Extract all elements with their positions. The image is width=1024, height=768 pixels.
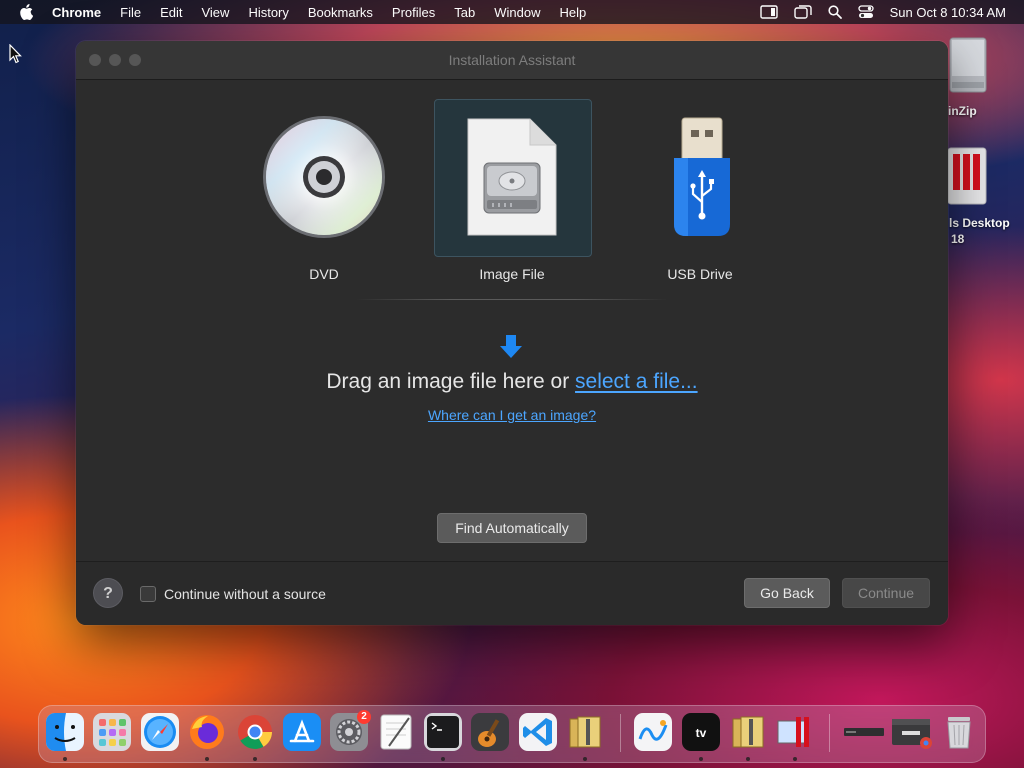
menu-help[interactable]: Help — [560, 5, 587, 20]
menu-edit[interactable]: Edit — [160, 5, 182, 20]
continue-button[interactable]: Continue — [842, 578, 930, 608]
continue-without-source-label[interactable]: Continue without a source — [164, 586, 326, 602]
window-title: Installation Assistant — [448, 52, 576, 68]
menu-bookmarks[interactable]: Bookmarks — [308, 5, 373, 20]
menu-tab[interactable]: Tab — [454, 5, 475, 20]
source-image-file-label[interactable]: Image File — [434, 266, 590, 282]
installation-assistant-window: Installation Assistant DVD Image File US… — [76, 41, 948, 625]
screen-mirror-icon[interactable] — [793, 5, 812, 19]
menu-view[interactable]: View — [201, 5, 229, 20]
app-store-icon[interactable] — [283, 713, 321, 751]
mouse-cursor-icon — [9, 43, 23, 69]
desktop-label-parallels-2[interactable]: 18 — [951, 232, 964, 246]
menu-bar: Chrome File Edit View History Bookmarks … — [0, 0, 1024, 24]
archive-utility-icon[interactable] — [566, 713, 604, 751]
help-button[interactable]: ? — [93, 578, 123, 608]
usb-drive-icon — [668, 116, 732, 245]
window-thumbnail-icon[interactable] — [842, 713, 886, 751]
source-image-file[interactable] — [434, 99, 592, 257]
archive-utility-2-icon[interactable] — [729, 713, 767, 751]
firefox-icon[interactable] — [188, 713, 226, 751]
spotlight-search-icon[interactable] — [828, 5, 842, 19]
google-chrome-icon[interactable] — [236, 713, 274, 751]
running-indicator — [63, 757, 67, 761]
menu-window[interactable]: Window — [494, 5, 540, 20]
window-titlebar[interactable]: Installation Assistant — [76, 41, 948, 80]
running-indicator — [441, 757, 445, 761]
source-dvd-label[interactable]: DVD — [246, 266, 402, 282]
trash-icon[interactable] — [940, 713, 978, 751]
freeform-icon[interactable] — [634, 713, 672, 751]
download-arrow-icon — [500, 335, 522, 364]
menu-file[interactable]: File — [120, 5, 141, 20]
chrome-window-thumbnail-icon[interactable] — [890, 713, 934, 751]
select-file-link[interactable]: select a file... — [575, 370, 698, 393]
drop-zone-prompt: Drag an image file here or select a file… — [76, 370, 948, 394]
dvd-icon — [262, 115, 386, 244]
dock-separator-2 — [829, 714, 830, 752]
finder-icon[interactable] — [46, 713, 84, 751]
menu-profiles[interactable]: Profiles — [392, 5, 435, 20]
desktop-label-parallels-1[interactable]: ls Desktop — [949, 216, 1010, 230]
safari-icon[interactable] — [141, 713, 179, 751]
find-automatically-button[interactable]: Find Automatically — [437, 513, 587, 543]
svg-text:tv: tv — [696, 726, 707, 740]
winzip-disk-icon[interactable] — [944, 34, 992, 101]
display-icon[interactable] — [759, 5, 778, 19]
terminal-icon[interactable] — [424, 713, 462, 751]
section-divider — [356, 299, 668, 300]
garageband-icon[interactable] — [471, 713, 509, 751]
menu-app-name[interactable]: Chrome — [52, 5, 101, 20]
parallels-desktop-icon[interactable] — [944, 146, 990, 211]
drop-prompt-text: Drag an image file here or — [326, 370, 576, 393]
control-center-icon[interactable] — [857, 5, 874, 19]
menu-history[interactable]: History — [248, 5, 288, 20]
menu-status-area: Sun Oct 8 10:34 AM — [744, 0, 1006, 24]
dock-separator — [620, 714, 621, 752]
running-indicator — [583, 757, 587, 761]
textedit-icon[interactable] — [377, 713, 415, 751]
source-usb-drive-label[interactable]: USB Drive — [622, 266, 778, 282]
running-indicator — [746, 757, 750, 761]
menu-clock[interactable]: Sun Oct 8 10:34 AM — [890, 5, 1006, 20]
running-indicator — [205, 757, 209, 761]
where-get-image-link[interactable]: Where can I get an image? — [428, 407, 596, 423]
launchpad-icon[interactable] — [93, 713, 131, 751]
visual-studio-code-icon[interactable] — [519, 713, 557, 751]
where-image-link-row: Where can I get an image? — [76, 407, 948, 423]
source-usb-drive[interactable] — [622, 99, 778, 255]
system-settings-badge: 2 — [357, 710, 371, 724]
parallels-desktop-dock-icon[interactable] — [776, 713, 814, 751]
window-footer: ? Continue without a source Go Back Cont… — [76, 561, 948, 625]
source-dvd[interactable] — [246, 99, 402, 255]
running-indicator — [699, 757, 703, 761]
disk-image-file-icon — [466, 117, 558, 242]
continue-without-source-checkbox[interactable] — [140, 586, 156, 602]
running-indicator — [253, 757, 257, 761]
apple-menu-icon[interactable] — [19, 4, 37, 20]
running-indicator — [793, 757, 797, 761]
apple-tv-icon[interactable]: tv — [682, 713, 720, 751]
desktop-label-winzip[interactable]: inZip — [948, 104, 977, 118]
go-back-button[interactable]: Go Back — [744, 578, 830, 608]
